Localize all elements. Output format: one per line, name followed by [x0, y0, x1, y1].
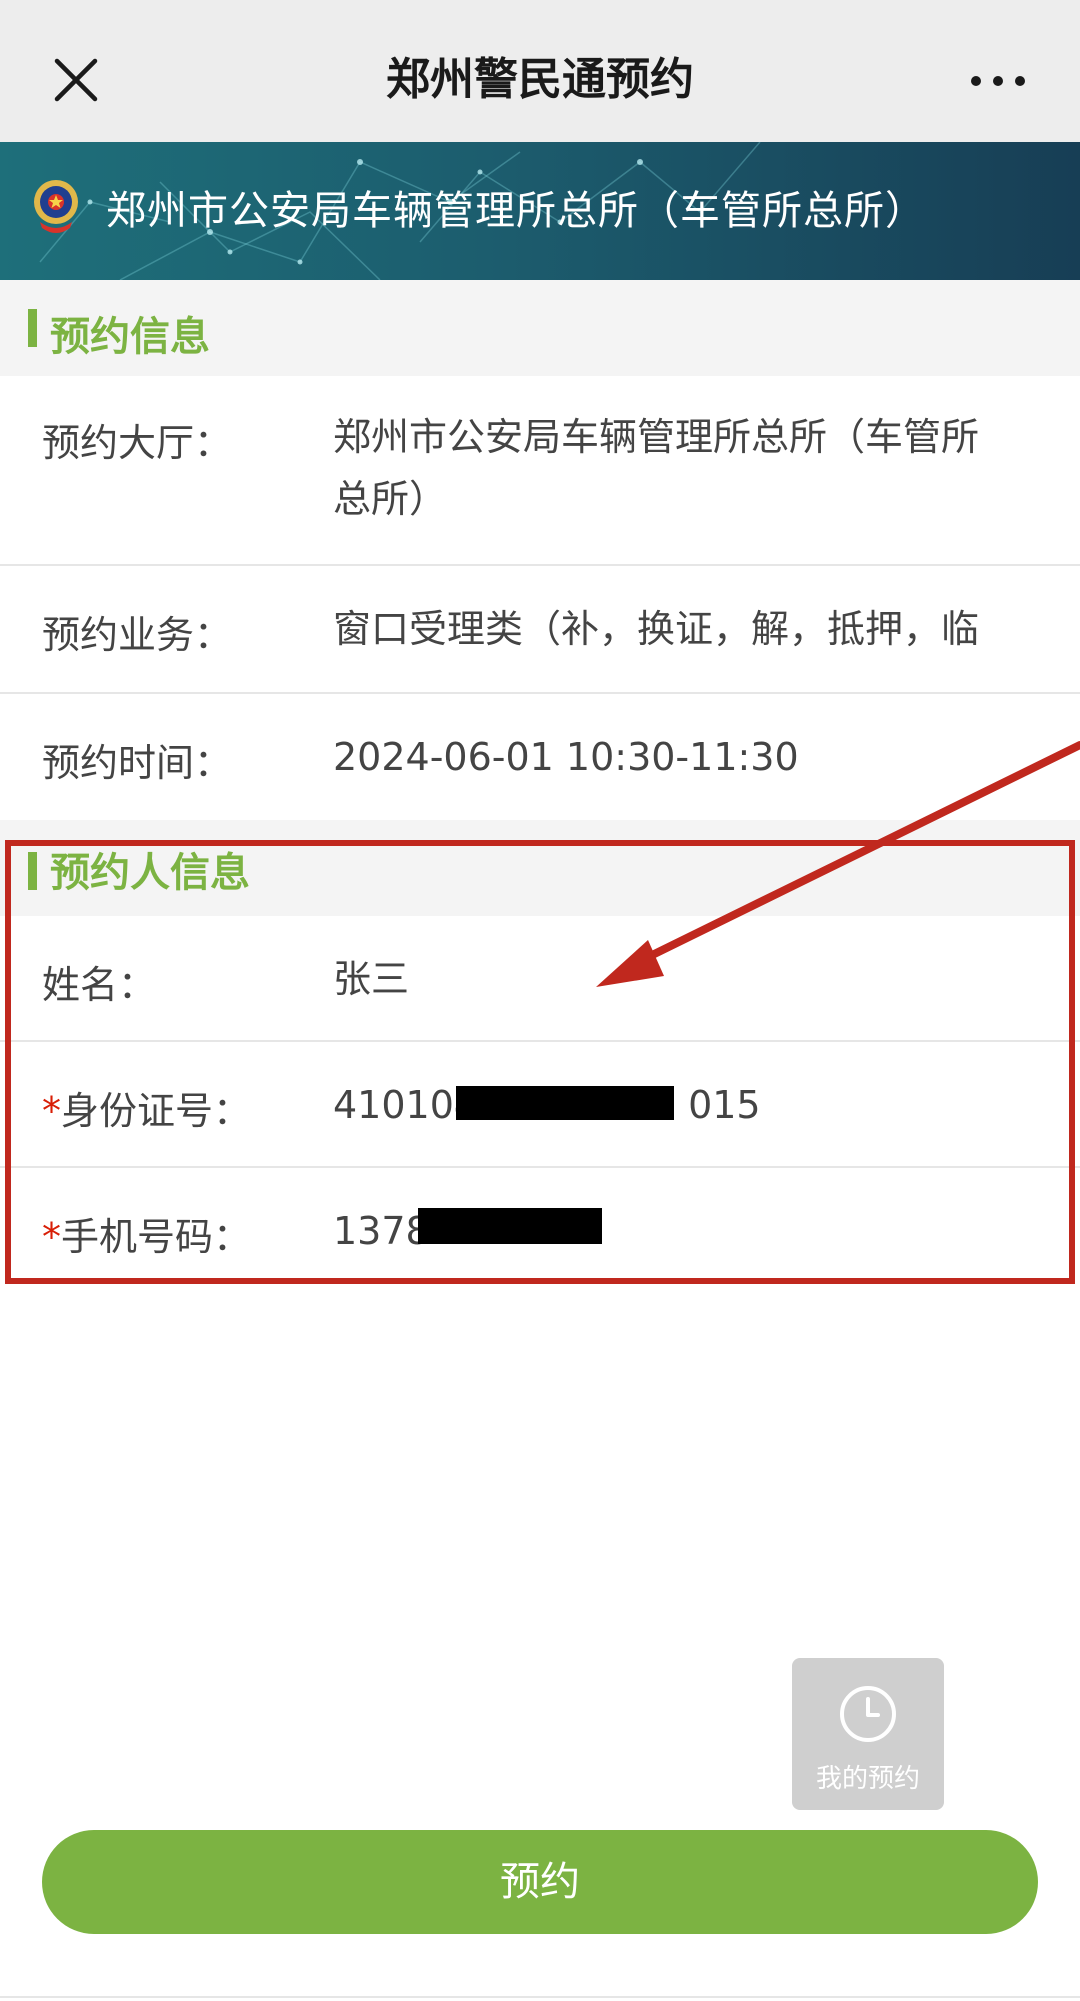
phone-label: *手机号码：: [42, 1215, 252, 1259]
hall-value: 郑州市公安局车辆管理所总所（车管所 总所）: [333, 406, 979, 530]
id-suffix: 015: [688, 1083, 761, 1127]
person-info-title: 预约人信息: [50, 850, 250, 896]
time-value: 2024-06-01 10:30-11:30: [333, 735, 799, 779]
hall-label: 预约大厅：: [42, 421, 233, 465]
redaction-bar: [418, 1208, 602, 1244]
hall-value-line1: 郑州市公安局车辆管理所总所（车管所: [333, 415, 980, 459]
my-booking-label: 我的预约: [815, 1764, 920, 1794]
more-icon[interactable]: [968, 66, 1028, 96]
page-title: 郑州警民通预约: [386, 54, 694, 105]
office-banner: 郑州市公安局车辆管理所总所（车管所总所）: [0, 142, 1080, 280]
required-mark: *: [42, 1215, 61, 1259]
book-button[interactable]: 预约: [42, 1830, 1038, 1934]
bottom-divider: [0, 1996, 1080, 1998]
hall-value-line2: 总所）: [333, 477, 448, 521]
office-name: 郑州市公安局车辆管理所总所（车管所总所）: [106, 188, 926, 234]
section-accent-bar: [28, 852, 37, 890]
name-label: 姓名：: [42, 963, 157, 1007]
section-accent-bar: [28, 309, 37, 347]
nav-bar: 郑州警民通预约: [0, 0, 1080, 142]
time-label: 预约时间：: [42, 741, 233, 785]
name-value[interactable]: 张三: [333, 948, 409, 1010]
my-booking-button[interactable]: 我的预约: [792, 1658, 944, 1810]
appointment-info-header: 预约信息: [0, 280, 1080, 376]
service-row: 预约业务： 窗口受理类（补，换证，解，抵押，临: [0, 566, 1080, 692]
appointment-info-title: 预约信息: [50, 314, 210, 360]
person-info-header: 预约人信息: [0, 820, 1080, 916]
service-value: 窗口受理类（补，换证，解，抵押，临: [333, 607, 980, 651]
redaction-bar: [456, 1086, 674, 1120]
required-mark: *: [42, 1089, 61, 1133]
clock-icon: [840, 1686, 896, 1742]
id-label: *身份证号：: [42, 1089, 252, 1133]
service-label: 预约业务：: [42, 613, 233, 657]
phone-field[interactable]: 1378: [333, 1200, 430, 1262]
police-emblem-icon: [34, 180, 78, 233]
name-row: 姓名： 张三: [0, 916, 1080, 1040]
hall-row: 预约大厅： 郑州市公安局车辆管理所总所（车管所 总所）: [0, 376, 1080, 564]
time-row: 预约时间： 2024-06-01 10:30-11:30: [0, 694, 1080, 820]
